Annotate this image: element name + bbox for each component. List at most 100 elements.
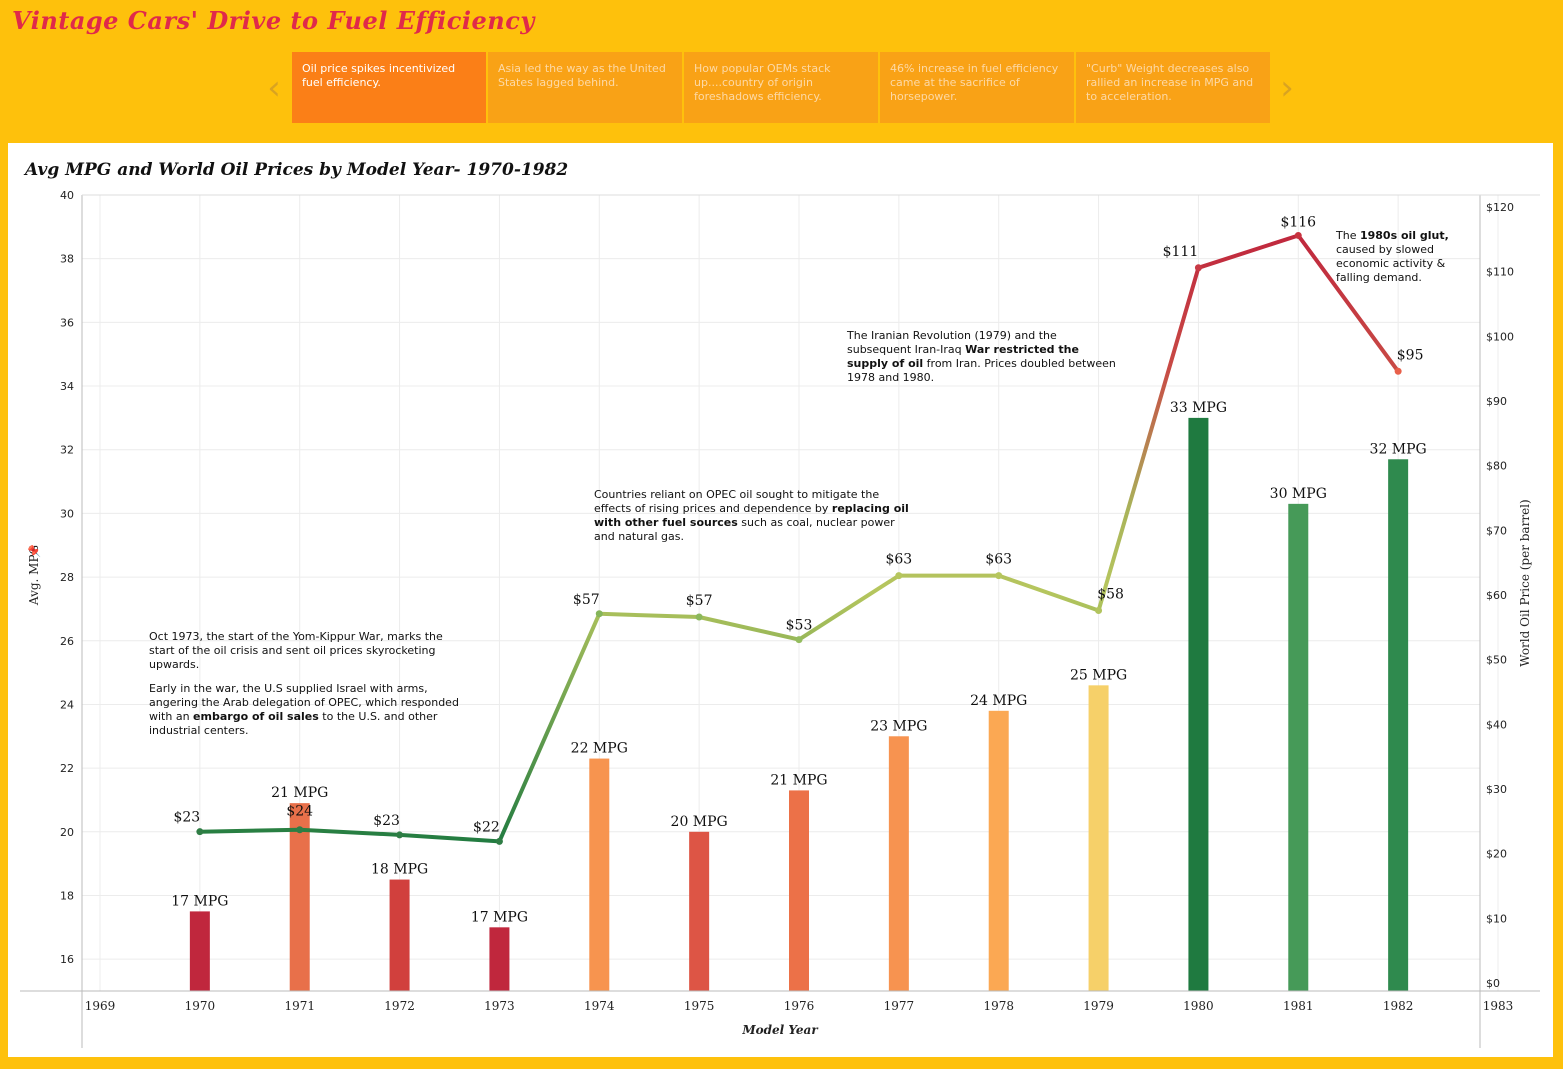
x-tick-label: 1969 — [85, 999, 116, 1013]
mpg-bar[interactable] — [1188, 417, 1209, 991]
y2-tick-label: $20 — [1486, 848, 1507, 861]
mpg-bar[interactable] — [1288, 503, 1309, 991]
y-tick-label: 26 — [60, 635, 74, 648]
mpg-bar-label: 30 MPG — [1270, 486, 1327, 502]
story-point-2[interactable]: Asia led the way as the United States la… — [488, 52, 682, 123]
y-tick-label: 30 — [60, 507, 74, 520]
x-axis-title: Model Year — [741, 1023, 819, 1037]
oil-price-point[interactable] — [196, 828, 204, 836]
y2-tick-label: $40 — [1486, 718, 1507, 731]
x-tick-label: 1979 — [1083, 999, 1114, 1013]
mpg-bar-label: 17 MPG — [171, 893, 228, 909]
annotation-iran: The Iranian Revolution (1979) and the su… — [847, 329, 1116, 384]
x-tick-label: 1976 — [784, 999, 815, 1013]
story-point-1[interactable]: Oil price spikes incentivized fuel effic… — [292, 52, 486, 123]
story-point-3[interactable]: How popular OEMs stack up....country of … — [684, 52, 878, 123]
mpg-bar[interactable] — [389, 879, 410, 991]
y2-tick-label: $80 — [1486, 460, 1507, 473]
oil-price-label: $57 — [573, 592, 600, 608]
annotation-1973-p1: Oct 1973, the start of the Yom-Kippur Wa… — [149, 630, 443, 671]
oil-price-label: $23 — [373, 813, 400, 829]
oil-price-label: $53 — [786, 618, 813, 634]
story-point-4[interactable]: 46% increase in fuel efficiency came at … — [880, 52, 1074, 123]
mpg-bar[interactable] — [988, 710, 1009, 991]
mpg-bar-label: 24 MPG — [970, 693, 1027, 709]
oil-price-point[interactable] — [1194, 264, 1202, 272]
y-tick-label: 40 — [60, 189, 74, 202]
mpg-bar[interactable] — [1388, 459, 1409, 992]
y-tick-label: 20 — [60, 826, 74, 839]
mpg-bar-label: 20 MPG — [671, 814, 728, 830]
page-title: Vintage Cars' Drive to Fuel Efficiency — [12, 6, 535, 35]
x-tick-label: 1981 — [1283, 999, 1314, 1013]
oil-price-point[interactable] — [495, 837, 503, 845]
annotation-glut: The 1980s oil glut, caused by slowed eco… — [1336, 229, 1449, 284]
oil-price-label: $111 — [1163, 244, 1199, 260]
oil-price-label: $63 — [985, 552, 1012, 568]
mpg-bar-label: 32 MPG — [1370, 441, 1427, 457]
annotation-1973-p2: Early in the war, the U.S supplied Israe… — [149, 682, 459, 737]
oil-price-point[interactable] — [695, 613, 703, 621]
mpg-bar-label: 22 MPG — [571, 741, 628, 757]
y2-tick-label: $0 — [1486, 977, 1500, 990]
annotation-1973: Oct 1973, the start of the Yom-Kippur Wa… — [149, 630, 459, 738]
x-tick-label: 1974 — [584, 999, 615, 1013]
oil-price-point[interactable] — [795, 636, 803, 644]
oil-price-point[interactable] — [396, 831, 404, 839]
oil-price-point[interactable] — [1394, 367, 1402, 375]
mpg-bar-label: 21 MPG — [271, 785, 328, 801]
mpg-bar[interactable] — [489, 927, 510, 991]
oil-price-point[interactable] — [1294, 231, 1302, 239]
story-point-5[interactable]: "Curb" Weight decreases also rallied an … — [1076, 52, 1270, 123]
y2-tick-label: $90 — [1486, 395, 1507, 408]
y2-tick-label: $100 — [1486, 330, 1514, 343]
oil-price-label: $57 — [686, 593, 713, 609]
mpg-bar-label: 33 MPG — [1170, 400, 1227, 416]
oil-price-label: $95 — [1397, 347, 1424, 363]
mpg-bar[interactable] — [189, 911, 210, 991]
chart-panel: Avg MPG and World Oil Prices by Model Ye… — [8, 143, 1553, 1057]
oil-price-point[interactable] — [995, 572, 1003, 580]
mpg-bar-label: 21 MPG — [770, 772, 827, 788]
y2-tick-label: $110 — [1486, 266, 1514, 279]
y-tick-label: 22 — [60, 762, 74, 775]
x-tick-label: 1973 — [484, 999, 515, 1013]
mpg-bar[interactable] — [589, 758, 610, 991]
mpg-bar[interactable] — [1088, 685, 1109, 991]
x-tick-label: 1975 — [684, 999, 715, 1013]
x-tick-label: 1972 — [384, 999, 415, 1013]
mpg-bar[interactable] — [789, 790, 809, 991]
oil-price-label: $24 — [286, 804, 313, 820]
y2-tick-label: $10 — [1486, 912, 1507, 925]
oil-price-point[interactable] — [1095, 607, 1103, 615]
mpg-bar[interactable] — [888, 736, 909, 991]
x-tick-label: 1970 — [185, 999, 216, 1013]
mpg-bar-label: 17 MPG — [471, 909, 528, 925]
y-tick-label: 18 — [60, 889, 74, 902]
pin-icon: 📌 — [27, 544, 41, 558]
mpg-bar[interactable] — [689, 831, 710, 991]
oil-price-point[interactable] — [296, 826, 304, 834]
next-arrow-icon[interactable]: › — [1277, 70, 1297, 106]
x-tick-label: 1982 — [1383, 999, 1414, 1013]
mpg-bar-label: 23 MPG — [870, 718, 927, 734]
oil-price-point[interactable] — [895, 572, 903, 580]
oil-price-label: $63 — [885, 552, 912, 568]
oil-price-label: $23 — [173, 810, 200, 826]
y-tick-label: 24 — [60, 698, 74, 711]
prev-arrow-icon[interactable]: ‹ — [264, 70, 284, 106]
mpg-bar-label: 25 MPG — [1070, 667, 1127, 683]
x-tick-label: 1978 — [983, 999, 1014, 1013]
oil-price-label: $116 — [1280, 214, 1316, 230]
y2-axis-title: World Oil Price (per barrel) — [1518, 499, 1532, 666]
x-tick-label: 1980 — [1183, 999, 1214, 1013]
y-tick-label: 36 — [60, 316, 74, 329]
y2-tick-label: $50 — [1486, 654, 1507, 667]
y-tick-label: 32 — [60, 444, 74, 457]
y2-tick-label: $30 — [1486, 783, 1507, 796]
y2-tick-label: $60 — [1486, 589, 1507, 602]
mpg-bar-label: 18 MPG — [371, 862, 428, 878]
y-tick-label: 34 — [60, 380, 74, 393]
x-tick-label: 1983 — [1483, 999, 1514, 1013]
oil-price-point[interactable] — [595, 610, 603, 618]
